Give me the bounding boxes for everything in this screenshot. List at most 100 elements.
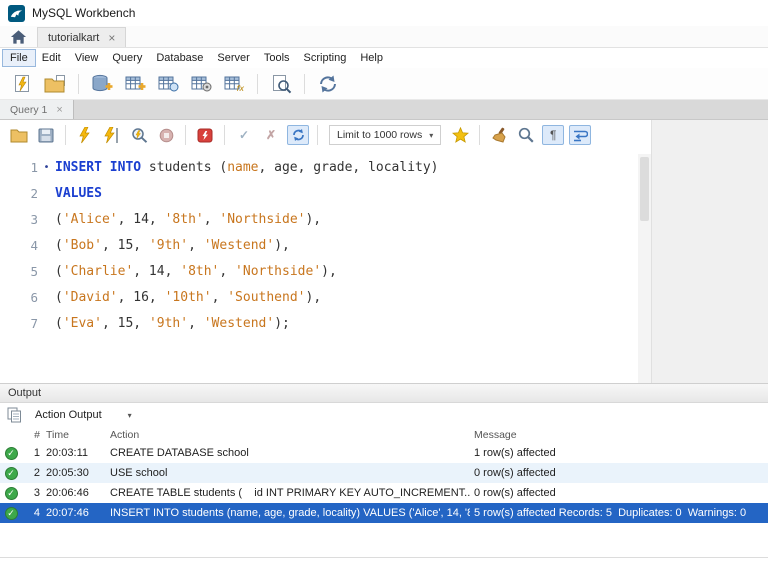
query-tab-label: Query 1	[10, 103, 48, 116]
limit-rows-dropdown[interactable]: Limit to 1000 rows ▾	[329, 125, 442, 145]
menu-item-help[interactable]: Help	[353, 50, 390, 66]
row-index: 4	[33, 507, 40, 519]
mysql-workbench-window: MySQL Workbench tutorialkart × File Edit V…	[0, 0, 768, 571]
copy-output-icon[interactable]	[7, 407, 22, 423]
create-view-icon[interactable]	[155, 72, 181, 96]
tab-label: tutorialkart	[48, 31, 100, 44]
find-icon[interactable]	[515, 125, 537, 145]
svg-text:fx: fx	[237, 84, 245, 93]
editor-scrollbar[interactable]	[638, 154, 651, 383]
row-time: 20:06:46	[46, 487, 89, 499]
menu-item-view[interactable]: View	[68, 50, 106, 66]
menu-item-query[interactable]: Query	[105, 50, 149, 66]
code-line: 5 ('Charlie', 14, '8th', 'Northside'),	[0, 258, 638, 284]
row-index: 1	[33, 447, 40, 459]
statement-marker: •	[43, 161, 50, 173]
sql-editor[interactable]: 1 • INSERT INTO students (name, age, grade…	[0, 150, 651, 383]
tab-close-icon[interactable]: ×	[108, 32, 115, 44]
create-function-icon[interactable]: fx	[221, 72, 247, 96]
status-cell: ✓	[0, 466, 22, 480]
toolbar-separator	[257, 73, 258, 94]
editor-scrollbar-thumb[interactable]	[640, 157, 649, 221]
success-status-icon: ✓	[4, 446, 18, 460]
line-number: 3	[30, 211, 38, 227]
create-schema-icon[interactable]	[89, 72, 115, 96]
commit-icon[interactable]: ✓	[233, 125, 255, 145]
toolbar-separator	[304, 73, 305, 94]
right-side-panel	[651, 120, 768, 383]
rollback-icon[interactable]: ✗	[260, 125, 282, 145]
row-action: CREATE DATABASE school	[110, 447, 249, 459]
index-column-header: #	[34, 429, 40, 441]
code-text: INSERT INTO students (name, age, grade, …	[55, 159, 439, 175]
action-column-header: Action	[110, 429, 140, 441]
autocommit-icon[interactable]	[287, 125, 309, 145]
row-message: 0 row(s) affected	[474, 487, 556, 499]
window-title: MySQL Workbench	[32, 6, 136, 20]
status-cell: ✓	[0, 446, 22, 460]
code-line: 1 • INSERT INTO students (name, age, grade…	[0, 154, 638, 180]
output-row[interactable]: ✓ 3 20:06:46 CREATE TABLE students ( id INT…	[0, 483, 768, 503]
save-script-icon[interactable]	[35, 125, 57, 145]
create-procedure-icon[interactable]	[188, 72, 214, 96]
create-table-icon[interactable]	[122, 72, 148, 96]
code-line: 7 ('Eva', 15, '9th', 'Westend');	[0, 310, 638, 336]
execute-current-icon[interactable]	[101, 125, 123, 145]
sql-editor-toolbar: ✓ ✗ Limit to 1000 rows ▾ ¶	[0, 120, 651, 150]
line-number: 1	[30, 159, 38, 175]
save-snippet-icon[interactable]	[449, 125, 471, 145]
open-sql-script-icon[interactable]	[42, 72, 68, 96]
code-line: 3 ('Alice', 14, '8th', 'Northside'),	[0, 206, 638, 232]
chevron-down-icon: ▾	[429, 130, 434, 140]
output-row[interactable]: ✓ 4 20:07:46 INSERT INTO students (name, ag…	[0, 503, 768, 523]
output-view-selector[interactable]: Action Output ▾	[31, 407, 136, 423]
limit-rows-label: Limit to 1000 rows	[337, 129, 423, 141]
line-number: 7	[30, 315, 38, 331]
query-tab-strip: Query 1 ×	[0, 100, 768, 120]
code-text: ('David', 16, '10th', 'Southend'),	[55, 289, 322, 305]
line-number: 6	[30, 289, 38, 305]
menu-item-tools[interactable]: Tools	[257, 50, 297, 66]
menu-item-file[interactable]: File	[2, 49, 36, 67]
new-sql-tab-icon[interactable]	[9, 72, 35, 96]
output-view-selector-label: Action Output	[35, 409, 102, 421]
beautify-icon[interactable]	[488, 125, 510, 145]
time-column-header: Time	[46, 429, 69, 441]
reconnect-dbms-icon[interactable]	[315, 72, 341, 96]
success-status-icon: ✓	[4, 466, 18, 480]
code-text: ('Charlie', 14, '8th', 'Northside'),	[55, 263, 337, 279]
menu-item-server[interactable]: Server	[210, 50, 256, 66]
toolbar-separator	[65, 125, 66, 145]
stop-on-error-icon[interactable]	[194, 125, 216, 145]
row-index: 3	[33, 487, 40, 499]
search-table-data-icon[interactable]	[268, 72, 294, 96]
output-table-header: # Time Action Message	[0, 427, 768, 443]
success-status-icon: ✓	[4, 486, 18, 500]
menu-item-scripting[interactable]: Scripting	[297, 50, 354, 66]
output-panel-title: Output	[8, 387, 42, 399]
tab-query-1[interactable]: Query 1 ×	[0, 100, 74, 119]
output-toolbar: Action Output ▾	[0, 403, 768, 427]
stop-icon[interactable]	[155, 125, 177, 145]
output-row[interactable]: ✓ 1 20:03:11 CREATE DATABASE school 1 row(s)…	[0, 443, 768, 463]
menu-item-edit[interactable]: Edit	[35, 50, 68, 66]
open-file-icon[interactable]	[8, 125, 30, 145]
bottom-splitter[interactable]	[0, 557, 768, 558]
output-row[interactable]: ✓ 2 20:05:30 USE school 0 row(s) affected	[0, 463, 768, 483]
wrap-text-icon[interactable]	[569, 125, 592, 145]
toolbar-separator	[317, 125, 318, 145]
explain-icon[interactable]	[128, 125, 150, 145]
message-column-header: Message	[474, 429, 517, 441]
row-message: 0 row(s) affected	[474, 467, 556, 479]
document-tab-strip: tutorialkart ×	[0, 26, 768, 48]
toolbar-separator	[78, 73, 79, 94]
home-tab-icon[interactable]	[10, 29, 27, 45]
code-text: VALUES	[55, 185, 102, 201]
tab-tutorialkart[interactable]: tutorialkart ×	[37, 27, 127, 47]
invisible-chars-icon[interactable]: ¶	[542, 125, 565, 145]
menu-item-database[interactable]: Database	[149, 50, 210, 66]
execute-icon[interactable]	[74, 125, 96, 145]
row-time: 20:07:46	[46, 507, 89, 519]
query-tab-close-icon[interactable]: ×	[56, 104, 62, 116]
code-lines: 1 • INSERT INTO students (name, age, grade…	[0, 154, 638, 383]
